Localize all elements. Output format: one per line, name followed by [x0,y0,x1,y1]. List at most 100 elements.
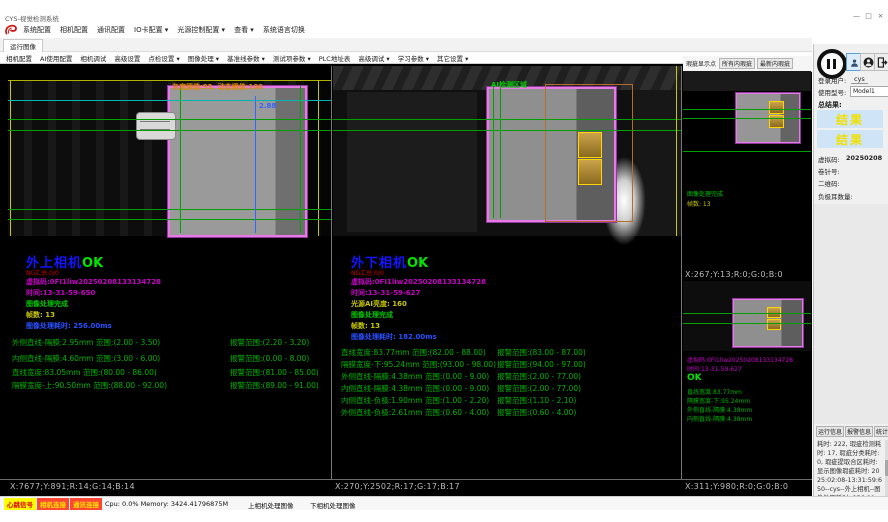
result-box-lower: 结果 [817,130,883,148]
tool-other-settings[interactable]: 其它设置 ▾ [437,53,468,63]
pixel-readout-left: X:7677;Y:891;R:14;G:14;B:14 [10,482,135,491]
tool-ai-usage[interactable]: AI使用配置 [40,53,72,63]
tool-camera-config[interactable]: 相机配置 [6,53,32,63]
menu-io-config[interactable]: IO卡配置 ▾ [134,25,168,35]
alarm-range-text: 报警范围:(2.20 - 3.20) [230,337,309,348]
threshold-label: 灰度阈值:93, 动态阈值:100 [172,82,263,92]
ai-area-label: AI检测区域 [491,80,527,90]
baseline-green-4 [8,219,331,220]
tab-all-defects[interactable]: 所有内瑕疵 [719,58,755,69]
menu-language[interactable]: 系统语言切换 [263,25,305,35]
thumbnail-top-view[interactable]: 图像处理完成 帧数: 13 [683,71,811,269]
light-value-text: 光源AI亮度: 160 [351,299,407,309]
edge-line-yellow-right [318,80,319,236]
baseline-green-1 [333,119,681,120]
minimize-icon[interactable]: — [851,12,862,20]
tool-spot-check[interactable]: 点检设置 ▾ [148,53,179,63]
edge-line-yellow [676,66,677,236]
tool-test-params[interactable]: 测试项参数 ▾ [273,53,311,63]
menu-light-config[interactable]: 光源控制配置 ▾ [177,25,225,35]
login-user-value: cys [851,75,868,84]
model-value-input[interactable]: Model1 [850,86,888,97]
menu-system-config[interactable]: 系统配置 [23,25,51,35]
logout-button[interactable] [874,53,888,71]
measurement-text: 内侧直线-隔膜:4.38mm 范围:(0.00 - 9.00) [341,383,497,394]
measurement-row: 内侧直线-隔膜:4.38mm 范围:(0.00 - 9.00) 报警范围:(2.… [341,383,581,394]
ng-summary: NG汇总:0/0 [26,268,59,277]
thumb-status-line: 图像处理完成 [687,189,723,198]
camera-result-ok: OK [407,256,428,271]
cpu-memory-text: Cpu: 0.0% Memory: 3424.41796875M [105,500,228,508]
menu-comm-config[interactable]: 通讯配置 [97,25,125,35]
menu-bar: 系统配置 相机配置 通讯配置 IO卡配置 ▾ 光源控制配置 ▾ 查看 ▾ 系统语… [0,22,888,38]
measurement-text: 隔膜宽度-下:95.24mm 范围:(93.00 - 98.00) [341,359,497,370]
connector-detail-line [140,121,170,122]
tab-count-label: 负极耳数量: [818,191,853,201]
tool-advanced-debug[interactable]: 高级调试 ▾ [358,53,389,63]
measurement-text: 内侧直线-负极:1.90mm 范围:(1.00 - 2.20) [341,395,497,406]
center-camera-view[interactable]: AI检测区域 外下相机OK NG汇总:0/0 虚拟码:0FI1liw202502… [333,66,681,479]
tab-run-info[interactable]: 运行信息 [816,426,844,437]
qrcode-label: 二维码: [818,178,840,188]
thumb-baseline-3 [683,151,811,152]
exit-door-icon [877,53,888,72]
tab-stats-info[interactable]: 统计信息 [874,426,888,437]
measurement-text: 直线宽度:83.05mm 范围:(80.00 - 86.00) [12,367,230,378]
right-control-panel: 登录用户: cys 使用型号: Model1 总结果: 结果 结果 虚拟码: 2… [813,44,888,496]
measure-vline-blue [255,96,256,233]
measurement-text: 内侧直线-隔膜:4.60mm 范围:(3.00 - 6.00) [12,353,230,364]
frame-count-text: 帧数: 13 [26,310,55,320]
pause-icon [833,59,836,69]
measurement-text: 外侧直线-隔膜:2.95mm 范围:(2.00 - 3.50) [12,337,230,348]
tool-plc-table[interactable]: PLC地址表 [319,53,351,63]
baseline-green-2 [333,130,681,131]
needle-number-label: 卷针号: [818,166,840,176]
alarm-range-text: 报警范围:(0.00 - 8.00) [230,353,309,364]
process-done-text: 图像处理完成 [351,310,393,320]
tool-advanced-settings[interactable]: 高级设置 [114,53,140,63]
left-camera-view[interactable]: 2.88 灰度阈值:93, 动态阈值:100 外上相机OK NG汇总:0/0 虚… [8,66,331,479]
tab-run-image[interactable]: 运行图像 [3,39,43,52]
menu-view[interactable]: 查看 ▾ [234,25,254,35]
thumbnail-bottom-view[interactable]: 虚拟码:0FI1liw20250208133134728 时间:13-31-59… [683,281,811,479]
defect-display-header: 瑕疵显示点 所有内瑕疵 最新内瑕疵 [683,56,812,72]
pixel-readout-thumb-bottom: X:311;Y:980;R:0;G:0;B:0 [685,482,788,491]
upper-camera-status: 上相机处理图像 [248,500,294,510]
tool-learning-params[interactable]: 学习参数 ▾ [398,53,429,63]
alarm-range-text: 报警范围:(1.10 - 2.10) [497,395,576,406]
tab-gold-box-2 [578,159,602,185]
time-text: 时间:13-31-59-627 [351,288,420,298]
measurement-row: 外侧直线-隔膜:4.38mm 范围:(0.00 - 9.00) 报警范围:(2.… [341,371,581,382]
tab-latest-defects[interactable]: 最新内瑕疵 [757,58,793,69]
tool-image-process[interactable]: 图像处理 ▾ [188,53,219,63]
tab-alarm-info[interactable]: 报警信息 [845,426,873,437]
thumb-measure-line: 隔膜宽度-下:95.24mm [687,396,750,405]
tool-camera-debug[interactable]: 相机调试 [80,53,106,63]
measurement-row: 内侧直线-负极:1.90mm 范围:(1.00 - 2.20) 报警范围:(1.… [341,395,576,406]
menu-camera-config[interactable]: 相机配置 [60,25,88,35]
measurement-text: 直线宽度:83.77mm 范围:(82.00 - 88.00) [341,347,497,358]
edge-line-yellow-left [10,80,11,236]
thumb-baseline-1 [683,313,811,314]
process-done-text: 图像处理完成 [26,299,68,309]
frame-count-text: 帧数: 13 [351,321,380,331]
maximize-icon[interactable]: □ [863,12,874,20]
measurement-row: 直线宽度:83.05mm 范围:(80.00 - 86.00) 报警范围:(81… [12,367,319,378]
measurement-row: 内侧直线-隔膜:4.60mm 范围:(3.00 - 6.00) 报警范围:(0.… [12,353,309,364]
view-separator [681,66,682,480]
measurement-text: 外侧直线-隔膜:4.38mm 范围:(0.00 - 9.00) [341,371,497,382]
measurement-row: 外侧直线-负极:2.61mm 范围:(0.60 - 4.00) 报警范围:(0.… [341,407,576,418]
thumb-measure-line: 内侧直线-隔膜:4.38mm [687,414,752,423]
measurement-row: 直线宽度:83.77mm 范围:(82.00 - 88.00) 报警范围:(83… [341,347,586,358]
time-text: 时间:13-31-59-650 [26,288,95,298]
process-time-text: 图像处理耗时: 182.00ms [351,332,437,342]
virtual-code-label: 虚拟码: [818,154,840,164]
measure-vline-green-1 [493,87,494,218]
tab-gold-box-1 [578,132,602,158]
measurement-row: 外侧直线-隔膜:2.95mm 范围:(2.00 - 3.50) 报警范围:(2.… [12,337,309,348]
tool-baseline-params[interactable]: 基准线参数 ▾ [227,53,265,63]
close-icon[interactable]: × [875,12,886,20]
user-circle-icon [863,53,874,72]
title-bar: CYS-视觉检测系统 — □ × [0,0,888,22]
thumb-barcode-line: 虚拟码:0FI1liw20250208133134728 [687,355,793,364]
